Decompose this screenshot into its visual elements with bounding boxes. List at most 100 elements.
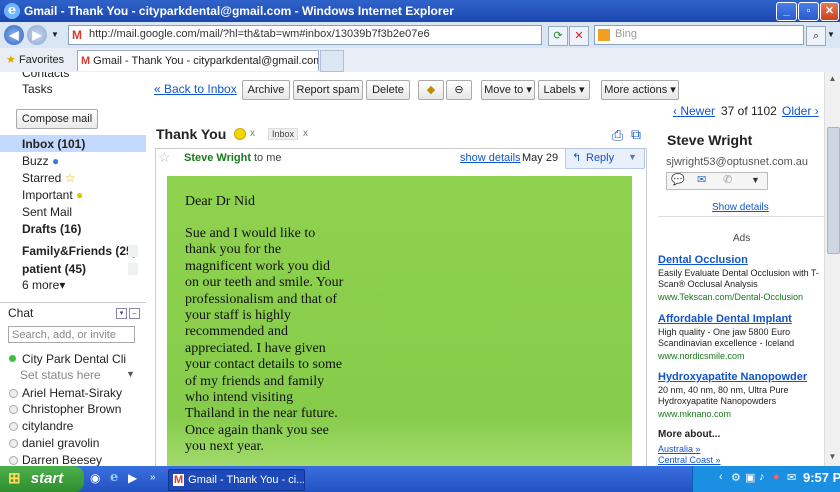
ad-url[interactable]: www.Tekscan.com/Dental-Occlusion bbox=[658, 292, 803, 302]
delete-button[interactable]: Delete bbox=[366, 80, 410, 100]
chat-options-icon[interactable]: ▾ bbox=[116, 308, 127, 319]
remove-inbox-x[interactable]: x bbox=[303, 128, 308, 139]
search-options-icon[interactable]: ▼ bbox=[827, 30, 835, 39]
tray-icon[interactable]: ⚙ bbox=[731, 471, 741, 484]
sender-name[interactable]: Steve Wright bbox=[184, 152, 251, 164]
scrollbar-thumb[interactable] bbox=[827, 127, 840, 254]
more-about-link[interactable]: Central Coast » bbox=[658, 455, 721, 465]
more-about-link[interactable]: Australia » bbox=[658, 444, 701, 454]
phone-icon[interactable]: ✆ bbox=[723, 173, 732, 186]
network-icon[interactable]: ▣ bbox=[745, 471, 755, 484]
security-icon[interactable]: ● bbox=[773, 471, 780, 483]
bing-icon bbox=[598, 29, 610, 41]
ad-url[interactable]: www.mknano.com bbox=[658, 409, 731, 419]
ad-title[interactable]: Dental Occlusion bbox=[658, 254, 748, 266]
reply-button[interactable]: ↰ Reply ▼ bbox=[565, 148, 645, 169]
nav-sent-mail[interactable]: Sent Mail bbox=[22, 205, 72, 219]
search-input[interactable]: Bing bbox=[594, 25, 804, 45]
star-icon[interactable]: ☆ bbox=[158, 149, 171, 166]
chat-contact[interactable]: Ariel Hemat-Siraky bbox=[22, 386, 122, 400]
new-tab-button[interactable] bbox=[320, 50, 344, 72]
nav-more-labels[interactable]: 6 more▾ bbox=[22, 278, 65, 292]
nav-important[interactable]: Important ● bbox=[22, 188, 83, 202]
media-quicklaunch-icon[interactable]: ▶ bbox=[128, 471, 137, 485]
show-details-link[interactable]: show details bbox=[460, 152, 521, 164]
divider bbox=[0, 302, 146, 303]
nav-label-family-friends[interactable]: Family&Friends (25) bbox=[22, 244, 137, 258]
nav-buzz-label: Buzz bbox=[22, 154, 49, 168]
more-actions-button[interactable]: More actions ▾ bbox=[601, 80, 679, 100]
nav-label-patient[interactable]: patient (45) bbox=[22, 262, 86, 276]
stop-icon[interactable]: ✕ bbox=[569, 26, 589, 46]
chat-self-name[interactable]: City Park Dental Cli bbox=[22, 352, 126, 366]
mark-important-icon[interactable]: ◆ bbox=[418, 80, 444, 100]
minimize-button[interactable]: _ bbox=[776, 2, 797, 21]
chat-search-input[interactable]: Search, add, or invite bbox=[8, 326, 135, 343]
forward-icon[interactable]: ▶ bbox=[27, 25, 47, 45]
search-icon[interactable]: ⌕ bbox=[806, 26, 826, 46]
tray-icon[interactable]: ✉ bbox=[787, 471, 796, 484]
chat-contact[interactable]: daniel gravolin bbox=[22, 436, 99, 450]
quicklaunch-expand-icon[interactable]: » bbox=[150, 472, 156, 483]
window-title-bar: e Gmail - Thank You - cityparkdental@gma… bbox=[0, 0, 840, 22]
scroll-down-icon[interactable]: ▼ bbox=[827, 452, 838, 463]
address-bar-row: ◀ ▶ ▼ M http://mail.google.com/mail/?hl=… bbox=[0, 22, 840, 48]
start-button[interactable]: ⊞ start bbox=[0, 466, 84, 492]
ie-quicklaunch-icon[interactable]: e bbox=[110, 470, 118, 485]
ad-url[interactable]: www.nordicsmile.com bbox=[658, 351, 745, 361]
contacts-link[interactable]: Contacts bbox=[22, 72, 69, 80]
new-window-icon[interactable]: ⧉ bbox=[631, 126, 641, 143]
move-to-button[interactable]: Move to ▾ bbox=[481, 80, 535, 100]
back-icon[interactable]: ◀ bbox=[4, 25, 24, 45]
status-dropdown-icon[interactable]: ▼ bbox=[126, 369, 135, 379]
tasks-link[interactable]: Tasks bbox=[22, 82, 53, 96]
gmail-page: Contacts Tasks Compose mail Inbox (101) … bbox=[0, 72, 840, 466]
scroll-up-icon[interactable]: ▲ bbox=[827, 74, 838, 85]
chat-minimize-icon[interactable]: – bbox=[129, 308, 140, 319]
nav-drafts[interactable]: Drafts (16) bbox=[22, 222, 81, 236]
important-marker-icon[interactable] bbox=[234, 128, 246, 140]
taskbar: ⊞ start ◉ e ▶ » M Gmail - Thank You - ci.… bbox=[0, 466, 840, 492]
chat-contact[interactable]: citylandre bbox=[22, 419, 73, 433]
contact-more-icon[interactable]: ▼ bbox=[751, 175, 760, 185]
compose-mail-button[interactable]: Compose mail bbox=[16, 109, 98, 129]
favorites-label: Favorites bbox=[18, 54, 65, 66]
ad-text: 20 nm, 40 nm, 80 nm, Ultra Pure Hydroxya… bbox=[658, 385, 789, 406]
email-icon[interactable]: ✉ bbox=[697, 173, 706, 186]
archive-button[interactable]: Archive bbox=[242, 80, 290, 100]
close-window-button[interactable]: ✕ bbox=[820, 2, 839, 21]
ad-title[interactable]: Affordable Dental Implant bbox=[658, 313, 792, 325]
tray-icon[interactable]: ‹ bbox=[719, 471, 723, 483]
chat-icon[interactable]: 💬 bbox=[671, 173, 685, 186]
nav-starred[interactable]: Starred ☆ bbox=[22, 171, 75, 185]
clock[interactable]: 9:57 PM bbox=[803, 470, 840, 485]
remove-important-x[interactable]: x bbox=[250, 128, 255, 139]
taskbar-item-gmail[interactable]: M Gmail - Thank You - ci... bbox=[168, 469, 305, 491]
nav-buzz[interactable]: Buzz ● bbox=[22, 154, 59, 168]
chat-contact[interactable]: Christopher Brown bbox=[22, 402, 121, 416]
quicklaunch-icon[interactable]: ◉ bbox=[90, 471, 100, 485]
show-details-link[interactable]: Show details bbox=[712, 202, 769, 213]
print-icon[interactable]: ⎙ bbox=[612, 127, 623, 144]
report-spam-button[interactable]: Report spam bbox=[293, 80, 363, 100]
older-link[interactable]: Older › bbox=[782, 104, 819, 118]
star-icon: ★ bbox=[6, 54, 16, 66]
refresh-icon[interactable]: ⟳ bbox=[548, 26, 568, 46]
chat-status-input[interactable]: Set status here bbox=[20, 368, 101, 382]
labels-button[interactable]: Labels ▾ bbox=[538, 80, 590, 100]
newer-link[interactable]: ‹ Newer bbox=[673, 104, 715, 118]
history-dropdown-icon[interactable]: ▼ bbox=[51, 30, 59, 39]
url-input[interactable]: M http://mail.google.com/mail/?hl=th&tab… bbox=[68, 25, 542, 45]
favorites-button[interactable]: ★ Favorites bbox=[6, 53, 64, 66]
back-to-inbox-link[interactable]: « Back to Inbox bbox=[154, 82, 237, 96]
nav-inbox[interactable]: Inbox (101) bbox=[22, 137, 85, 151]
browser-tab[interactable]: M Gmail - Thank You - cityparkdental@gmai… bbox=[77, 50, 319, 71]
vertical-scrollbar[interactable]: ▲ ▼ bbox=[824, 72, 840, 466]
star-icon: ☆ bbox=[64, 171, 76, 185]
chat-contact[interactable]: Darren Beesey bbox=[22, 453, 102, 466]
volume-icon[interactable]: ♪ bbox=[759, 471, 765, 483]
ad-title[interactable]: Hydroxyapatite Nanopowder bbox=[658, 371, 807, 383]
reply-options-icon[interactable]: ▼ bbox=[628, 152, 637, 162]
mark-not-important-icon[interactable]: ⊖ bbox=[446, 80, 472, 100]
maximize-button[interactable]: ▫ bbox=[798, 2, 819, 21]
